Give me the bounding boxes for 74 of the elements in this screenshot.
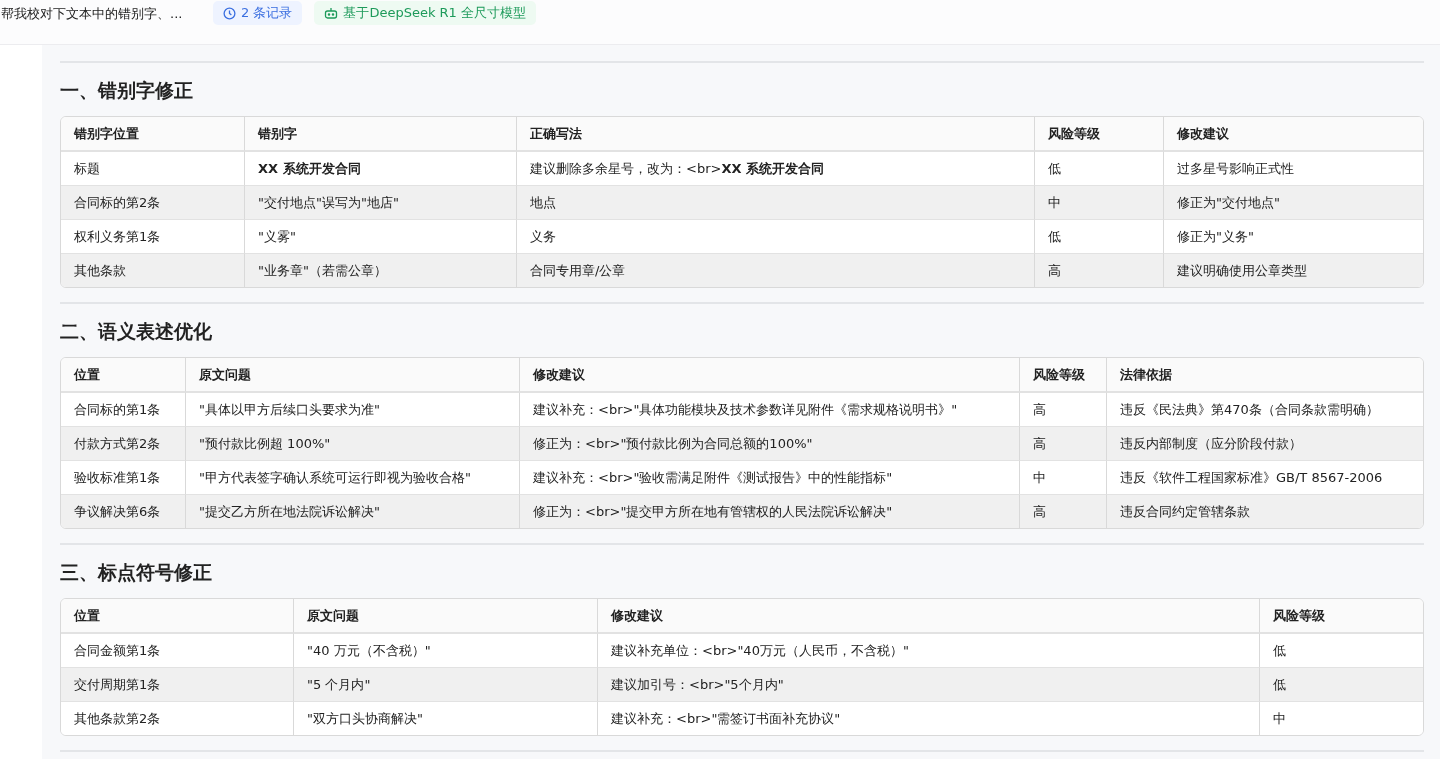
table-cell: "交付地点"误写为"地店" <box>244 185 516 219</box>
column-header: 错别字 <box>244 117 516 151</box>
table-cell: 争议解决第6条 <box>61 494 185 528</box>
column-header: 风险等级 <box>1259 599 1423 633</box>
table-cell: 标题 <box>61 151 244 185</box>
table-cell: 低 <box>1034 151 1163 185</box>
column-header: 修改建议 <box>597 599 1259 633</box>
table-cell: 低 <box>1034 219 1163 253</box>
table-cell: 高 <box>1019 494 1106 528</box>
table-cell: 建议补充单位：<br>"40万元（人民币，不含税）" <box>597 633 1259 667</box>
table-cell: 中 <box>1019 460 1106 494</box>
column-header: 正确写法 <box>516 117 1034 151</box>
table-cell: 合同标的第1条 <box>61 392 185 426</box>
model-badge: 基于DeepSeek R1 全尺寸模型 <box>314 1 536 25</box>
table-cell: 高 <box>1019 392 1106 426</box>
table-cell: 中 <box>1259 701 1423 735</box>
table-cell: 其他条款 <box>61 253 244 287</box>
table-cell: 高 <box>1019 426 1106 460</box>
table-cell: 权利义务第1条 <box>61 219 244 253</box>
table-cell: "业务章"（若需公章） <box>244 253 516 287</box>
table-cell: 合同专用章/公章 <box>516 253 1034 287</box>
table-cell: 建议补充：<br>"验收需满足附件《测试报告》中的性能指标" <box>519 460 1019 494</box>
table-cell: "提交乙方所在地法院诉讼解决" <box>185 494 519 528</box>
table-cell: "具体以甲方后续口头要求为准" <box>185 392 519 426</box>
section-heading: 三、标点符号修正 <box>60 560 213 585</box>
clock-icon <box>223 6 236 20</box>
column-header: 修改建议 <box>519 358 1019 392</box>
column-header: 原文问题 <box>293 599 597 633</box>
column-header: 位置 <box>61 599 293 633</box>
table-cell: 修正为"义务" <box>1163 219 1423 253</box>
section-heading: 一、错别字修正 <box>60 78 194 103</box>
table-cell: 修正为：<br>"预付款比例为合同总额的100%" <box>519 426 1019 460</box>
column-header: 位置 <box>61 358 185 392</box>
table-cell: 建议补充：<br>"具体功能模块及技术参数详见附件《需求规格说明书》" <box>519 392 1019 426</box>
table-cell: "预付款比例超 100%" <box>185 426 519 460</box>
table-cell: 违反《软件工程国家标准》GB/T 8567-2006 <box>1106 460 1423 494</box>
table-cell: 修正为：<br>"提交甲方所在地有管辖权的人民法院诉讼解决" <box>519 494 1019 528</box>
table-cell: 修正为"交付地点" <box>1163 185 1423 219</box>
table-cell: XX 系统开发合同 <box>244 151 516 185</box>
column-header: 错别字位置 <box>61 117 244 151</box>
robot-icon <box>324 7 339 19</box>
column-header: 法律依据 <box>1106 358 1423 392</box>
column-header: 修改建议 <box>1163 117 1423 151</box>
table-cell: 验收标准第1条 <box>61 460 185 494</box>
table-cell: 违反内部制度（应分阶段付款） <box>1106 426 1423 460</box>
table-cell: "5 个月内" <box>293 667 597 701</box>
table-cell: 违反合同约定管辖条款 <box>1106 494 1423 528</box>
table-cell: 建议加引号：<br>"5个月内" <box>597 667 1259 701</box>
table-cell: 中 <box>1034 185 1163 219</box>
table-cell: 违反《民法典》第470条（合同条款需明确） <box>1106 392 1423 426</box>
table-cell: 建议补充：<br>"需签订书面补充协议" <box>597 701 1259 735</box>
table-cell: 过多星号影响正式性 <box>1163 151 1423 185</box>
table-cell: 其他条款第2条 <box>61 701 293 735</box>
column-header: 风险等级 <box>1034 117 1163 151</box>
table-cell: 合同标的第2条 <box>61 185 244 219</box>
table-cell: 合同金额第1条 <box>61 633 293 667</box>
table-cell: 地点 <box>516 185 1034 219</box>
table-cell: "双方口头协商解决" <box>293 701 597 735</box>
table-cell: 建议删除多余星号，改为：<br>XX 系统开发合同 <box>516 151 1034 185</box>
table-cell: 低 <box>1259 633 1423 667</box>
table-cell: 义务 <box>516 219 1034 253</box>
table-cell: 低 <box>1259 667 1423 701</box>
section-heading: 二、语义表述优化 <box>60 319 213 344</box>
records-badge[interactable]: 2 条记录 <box>213 1 303 25</box>
column-header: 原文问题 <box>185 358 519 392</box>
table-cell: "义雾" <box>244 219 516 253</box>
table-cell: 付款方式第2条 <box>61 426 185 460</box>
table-cell: "甲方代表签字确认系统可运行即视为验收合格" <box>185 460 519 494</box>
table-cell: 交付周期第1条 <box>61 667 293 701</box>
table-cell: 高 <box>1034 253 1163 287</box>
table-cell: 建议明确使用公章类型 <box>1163 253 1423 287</box>
column-header: 风险等级 <box>1019 358 1106 392</box>
table-cell: "40 万元（不含税）" <box>293 633 597 667</box>
conversation-title: 帮我校对下文本中的错别字、... <box>0 5 184 23</box>
